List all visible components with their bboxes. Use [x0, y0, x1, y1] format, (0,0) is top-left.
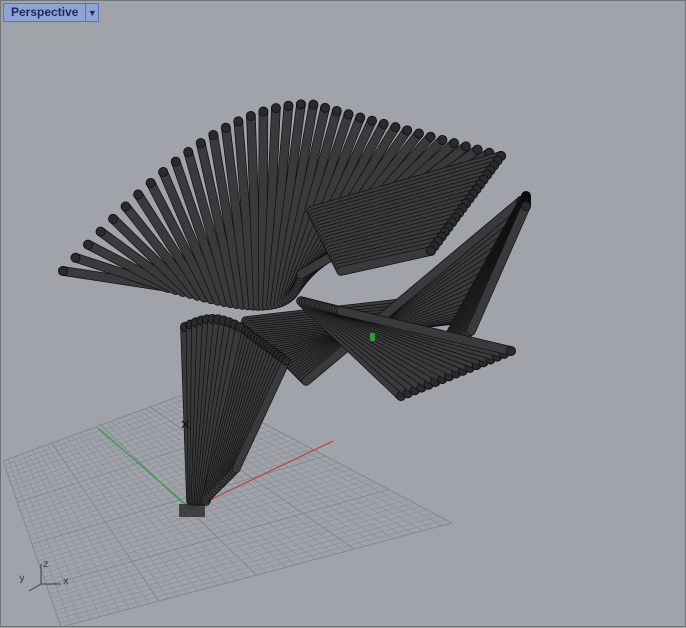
- scene-canvas[interactable]: ✕ x z y: [1, 1, 686, 628]
- axis-x-label: x: [63, 576, 69, 587]
- origin-marker: [179, 504, 205, 517]
- axis-y-label: y: [19, 573, 25, 584]
- cursor-cross-icon: ✕: [180, 418, 191, 433]
- perspective-viewport[interactable]: Perspective ▼ ✕ x z y: [0, 0, 686, 628]
- axis-z-label: z: [43, 559, 48, 570]
- green-gumball-marker: [370, 333, 375, 341]
